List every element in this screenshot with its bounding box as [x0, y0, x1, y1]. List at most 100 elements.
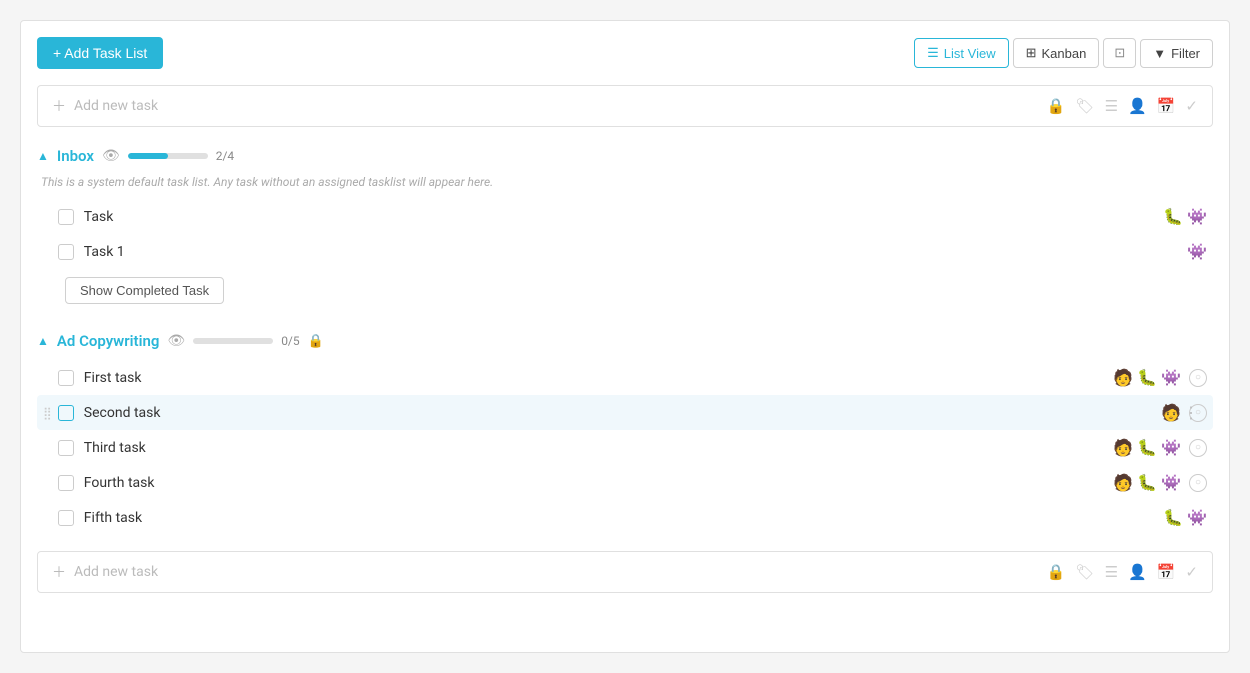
list-view-button[interactable]: ☰ List View — [914, 38, 1008, 68]
ad-copywriting-section: ▲ Ad Copywriting 👁 0/5 🔒 ⣿ First task 🧑 … — [37, 328, 1213, 535]
calendar-icon: 📅 — [1157, 97, 1176, 115]
task-emoji: 🐛 — [1137, 473, 1157, 492]
lock-icon: 🔒 — [1047, 97, 1066, 115]
task-more-button[interactable]: ⋮ — [1177, 401, 1205, 424]
main-container: + Add Task List ☰ List View ⊞ Kanban ⊡ ▼… — [20, 20, 1230, 653]
task-row: ⣿ Task 1 👾 — [37, 234, 1213, 269]
task-name: Second task — [84, 405, 1153, 421]
inbox-progress-label: 2/4 — [216, 149, 234, 163]
inbox-visibility-icon[interactable]: 👁 — [102, 148, 120, 164]
add-task-bar-left: ＋ Add new task — [52, 96, 158, 116]
kanban-view-button[interactable]: ⊞ Kanban — [1013, 38, 1100, 68]
task-emoji: 🐛 — [1137, 438, 1157, 457]
inbox-section: ▲ Inbox 👁 2/4 This is a system default t… — [37, 143, 1213, 312]
clock-icon: ○ — [1189, 369, 1207, 387]
inbox-title[interactable]: Inbox — [57, 147, 94, 165]
task-emoji: 🧑 — [1113, 473, 1133, 492]
task-row: ⣿ Fifth task 🐛 👾 — [37, 500, 1213, 535]
task-emoji: 👾 — [1161, 473, 1181, 492]
add-task-list-button[interactable]: + Add Task List — [37, 37, 163, 69]
list-icon-bottom: ☰ — [1105, 563, 1118, 581]
task-row: ⣿ Second task 🧑 ○ ⋮ — [37, 395, 1213, 430]
show-completed-button[interactable]: Show Completed Task — [65, 277, 224, 304]
extra-view-button[interactable]: ⊡ — [1103, 38, 1136, 68]
list-icon: ☰ — [1105, 97, 1118, 115]
kanban-icon: ⊞ — [1026, 45, 1037, 61]
add-task-bar-right-icons: 🔒 🏷 ☰ 👤 📅 ✓ — [1047, 97, 1198, 115]
task-row: ⣿ Task 🐛 👾 — [37, 199, 1213, 234]
task-row: ⣿ Fourth task 🧑 🐛 👾 ○ — [37, 465, 1213, 500]
ad-copywriting-progress-label: 0/5 — [281, 334, 299, 348]
inbox-description: This is a system default task list. Any … — [41, 175, 1213, 189]
add-task-bar-bottom-left: ＋ Add new task — [52, 562, 158, 582]
add-task-bar-bottom-right-icons: 🔒 🏷 ☰ 👤 📅 ✓ — [1047, 563, 1198, 581]
task-row: ⣿ Third task 🧑 🐛 👾 ○ — [37, 430, 1213, 465]
plus-icon-bottom: ＋ — [52, 562, 66, 582]
task-name: First task — [84, 370, 1105, 386]
add-task-placeholder: Add new task — [74, 98, 158, 114]
task-emoji: 👾 — [1187, 207, 1207, 226]
task-emoji: 👾 — [1161, 438, 1181, 457]
task-checkbox[interactable] — [58, 440, 74, 456]
task-emoji: 👾 — [1187, 242, 1207, 261]
task-name: Fifth task — [84, 510, 1155, 526]
lock-icon-bottom: 🔒 — [1047, 563, 1066, 581]
plus-icon: ＋ — [52, 96, 66, 116]
calendar-icon-bottom: 📅 — [1157, 563, 1176, 581]
task-icons: 🐛 👾 — [1163, 508, 1207, 527]
task-checkbox[interactable] — [58, 209, 74, 225]
check-icon: ✓ — [1185, 97, 1198, 115]
inbox-collapse-toggle[interactable]: ▲ — [37, 149, 49, 163]
list-view-icon: ☰ — [927, 45, 939, 61]
inbox-section-header: ▲ Inbox 👁 2/4 — [37, 143, 1213, 169]
check-icon-bottom: ✓ — [1185, 563, 1198, 581]
task-checkbox[interactable] — [58, 475, 74, 491]
person-icon: 👤 — [1128, 97, 1147, 115]
view-controls: ☰ List View ⊞ Kanban ⊡ ▼ Filter — [914, 38, 1213, 68]
task-icons: 🐛 👾 — [1163, 207, 1207, 226]
task-emoji: 🧑 — [1113, 368, 1133, 387]
add-task-bottom-placeholder: Add new task — [74, 564, 158, 580]
ad-copywriting-lock-icon: 🔒 — [308, 334, 324, 349]
filter-button[interactable]: ▼ Filter — [1140, 39, 1213, 68]
task-emoji: 👾 — [1187, 508, 1207, 527]
clock-icon: ○ — [1189, 474, 1207, 492]
task-icons: 🧑 🐛 👾 ○ — [1113, 438, 1207, 457]
task-emoji: 🐛 — [1163, 207, 1183, 226]
kanban-label: Kanban — [1042, 46, 1087, 61]
clock-icon: ○ — [1189, 439, 1207, 457]
task-row: ⣿ First task 🧑 🐛 👾 ○ — [37, 360, 1213, 395]
task-icons: 🧑 🐛 👾 ○ — [1113, 368, 1207, 387]
inbox-progress-bar — [128, 153, 208, 159]
task-emoji: 🐛 — [1137, 368, 1157, 387]
filter-icon: ▼ — [1153, 46, 1166, 61]
tag-icon-bottom: 🏷 — [1076, 563, 1095, 581]
task-emoji: 🧑 — [1113, 438, 1133, 457]
ad-copywriting-title[interactable]: Ad Copywriting — [57, 332, 160, 350]
task-name: Third task — [84, 440, 1105, 456]
task-name: Fourth task — [84, 475, 1105, 491]
task-name: Task 1 — [84, 244, 1179, 260]
task-emoji: 🐛 — [1163, 508, 1183, 527]
task-checkbox[interactable] — [58, 370, 74, 386]
task-checkbox[interactable] — [58, 244, 74, 260]
filter-label: Filter — [1171, 46, 1200, 61]
task-icons: 👾 — [1187, 242, 1207, 261]
add-task-bar-top[interactable]: ＋ Add new task 🔒 🏷 ☰ 👤 📅 ✓ — [37, 85, 1213, 127]
ad-copywriting-collapse-toggle[interactable]: ▲ — [37, 334, 49, 348]
tag-icon: 🏷 — [1076, 97, 1095, 115]
task-checkbox[interactable] — [58, 510, 74, 526]
ad-copywriting-section-header: ▲ Ad Copywriting 👁 0/5 🔒 — [37, 328, 1213, 354]
task-checkbox[interactable] — [58, 405, 74, 421]
ad-copywriting-visibility-icon[interactable]: 👁 — [167, 333, 185, 349]
ad-copywriting-progress-bar — [193, 338, 273, 344]
person-icon-bottom: 👤 — [1128, 563, 1147, 581]
add-task-bar-bottom[interactable]: ＋ Add new task 🔒 🏷 ☰ 👤 📅 ✓ — [37, 551, 1213, 593]
toolbar: + Add Task List ☰ List View ⊞ Kanban ⊡ ▼… — [37, 37, 1213, 69]
task-icons: 🧑 🐛 👾 ○ — [1113, 473, 1207, 492]
drag-handle[interactable]: ⣿ — [43, 406, 52, 420]
task-name: Task — [84, 209, 1155, 225]
task-emoji: 👾 — [1161, 368, 1181, 387]
list-view-label: List View — [944, 46, 996, 61]
inbox-progress-fill — [128, 153, 168, 159]
